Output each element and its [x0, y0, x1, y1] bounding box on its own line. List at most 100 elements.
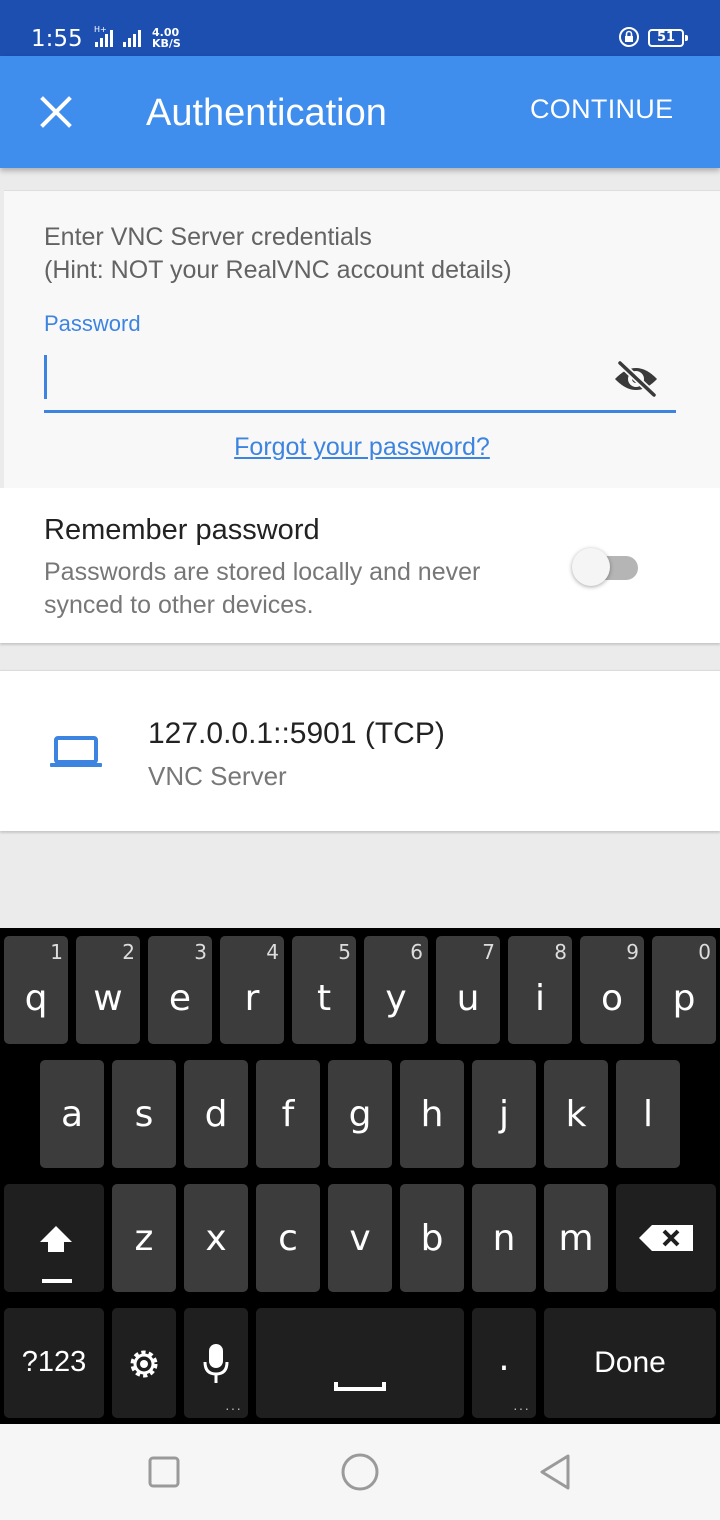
server-row: 127.0.0.1::5901 (TCP) VNC Server	[0, 671, 720, 831]
key-p[interactable]: 0p	[652, 936, 716, 1044]
key-y[interactable]: 6y	[364, 936, 428, 1044]
back-icon[interactable]	[536, 1452, 576, 1492]
key-c[interactable]: c	[256, 1184, 320, 1292]
key-t[interactable]: 5t	[292, 936, 356, 1044]
key-label: v	[349, 1218, 371, 1259]
toggle-knob	[572, 548, 610, 586]
rotation-lock-icon	[619, 27, 639, 47]
key-label: j	[498, 1094, 509, 1135]
forgot-password-link[interactable]: Forgot your password?	[4, 433, 720, 462]
status-time: 1:55	[31, 26, 83, 52]
symbols-key[interactable]: ?123	[4, 1308, 104, 1418]
shift-key[interactable]	[4, 1184, 104, 1292]
gear-icon	[130, 1350, 158, 1378]
key-d[interactable]: d	[184, 1060, 248, 1168]
key-o[interactable]: 9o	[580, 936, 644, 1044]
backspace-key[interactable]	[616, 1184, 716, 1292]
key-label: g	[348, 1094, 372, 1135]
voice-input-key[interactable]: ···	[184, 1308, 248, 1418]
key-label: s	[134, 1094, 154, 1135]
remember-password-toggle[interactable]	[572, 548, 640, 586]
key-hint: 6	[410, 940, 423, 964]
remember-password-title: Remember password	[44, 514, 320, 546]
key-label: h	[420, 1094, 444, 1135]
key-a[interactable]: a	[40, 1060, 104, 1168]
key-label: i	[534, 978, 545, 1019]
text-caret	[44, 355, 47, 399]
continue-button[interactable]: CONTINUE	[530, 94, 673, 125]
key-q[interactable]: 1q	[4, 936, 68, 1044]
server-name: VNC Server	[148, 761, 287, 791]
key-label: a	[60, 1094, 84, 1135]
key-label: q	[24, 978, 48, 1019]
key-f[interactable]: f	[256, 1060, 320, 1168]
shift-icon	[40, 1226, 72, 1252]
backspace-icon	[639, 1225, 693, 1251]
settings-key[interactable]	[112, 1308, 176, 1418]
key-l[interactable]: l	[616, 1060, 680, 1168]
on-screen-keyboard: 1q2w3e4r5t6y7u8i9o0p asdfghjkl zxcvbnm ?…	[0, 928, 720, 1424]
key-e[interactable]: 3e	[148, 936, 212, 1044]
key-label: f	[281, 1094, 295, 1135]
key-m[interactable]: m	[544, 1184, 608, 1292]
key-label: o	[600, 978, 624, 1019]
key-g[interactable]: g	[328, 1060, 392, 1168]
key-k[interactable]: k	[544, 1060, 608, 1168]
speed-unit: KB/S	[152, 37, 181, 50]
key-x[interactable]: x	[184, 1184, 248, 1292]
key-hint: 8	[554, 940, 567, 964]
key-hint: 0	[698, 940, 711, 964]
symbols-key-label: ?123	[21, 1346, 87, 1378]
key-h[interactable]: h	[400, 1060, 464, 1168]
key-label: u	[456, 978, 480, 1019]
network-type: H+	[94, 25, 107, 34]
done-key[interactable]: Done	[544, 1308, 716, 1418]
server-address: 127.0.0.1::5901 (TCP)	[148, 717, 445, 750]
key-hint: 3	[194, 940, 207, 964]
key-label: c	[278, 1218, 298, 1259]
period-key[interactable]: . ···	[472, 1308, 536, 1418]
password-field[interactable]	[44, 351, 676, 413]
remember-password-row[interactable]: Remember password Passwords are stored l…	[0, 488, 720, 643]
microphone-icon	[203, 1344, 229, 1383]
key-u[interactable]: 7u	[436, 936, 500, 1044]
key-hint: 1	[50, 940, 63, 964]
key-i[interactable]: 8i	[508, 936, 572, 1044]
key-label: e	[168, 978, 192, 1019]
key-label: m	[558, 1218, 594, 1259]
period-key-label: .	[498, 1338, 510, 1379]
key-r[interactable]: 4r	[220, 936, 284, 1044]
space-icon	[334, 1382, 386, 1391]
key-hint: 9	[626, 940, 639, 964]
key-label: b	[420, 1218, 444, 1259]
key-n[interactable]: n	[472, 1184, 536, 1292]
space-key[interactable]	[256, 1308, 464, 1418]
credentials-instruction: Enter VNC Server credentials (Hint: NOT …	[44, 221, 512, 287]
eye-off-icon[interactable]	[612, 359, 660, 399]
home-icon[interactable]	[340, 1452, 380, 1492]
key-label: z	[134, 1218, 154, 1259]
key-b[interactable]: b	[400, 1184, 464, 1292]
key-s[interactable]: s	[112, 1060, 176, 1168]
key-label: y	[385, 978, 407, 1019]
key-j[interactable]: j	[472, 1060, 536, 1168]
laptop-icon	[50, 736, 102, 767]
key-hint: 4	[266, 940, 279, 964]
key-label: p	[672, 978, 696, 1019]
more-options-dots: ···	[225, 1400, 242, 1416]
network-speed: 4.00 KB/S	[152, 27, 181, 49]
close-icon[interactable]	[32, 88, 80, 136]
key-label: k	[565, 1094, 587, 1135]
key-v[interactable]: v	[328, 1184, 392, 1292]
done-key-label: Done	[594, 1346, 666, 1379]
key-label: l	[642, 1094, 653, 1135]
recent-apps-icon[interactable]	[144, 1452, 184, 1492]
key-z[interactable]: z	[112, 1184, 176, 1292]
shift-underline	[42, 1279, 72, 1283]
password-label: Password	[44, 311, 141, 336]
key-label: w	[93, 978, 123, 1019]
key-w[interactable]: 2w	[76, 936, 140, 1044]
page-title: Authentication	[146, 92, 387, 134]
key-hint: 7	[482, 940, 495, 964]
key-label: x	[205, 1218, 227, 1259]
